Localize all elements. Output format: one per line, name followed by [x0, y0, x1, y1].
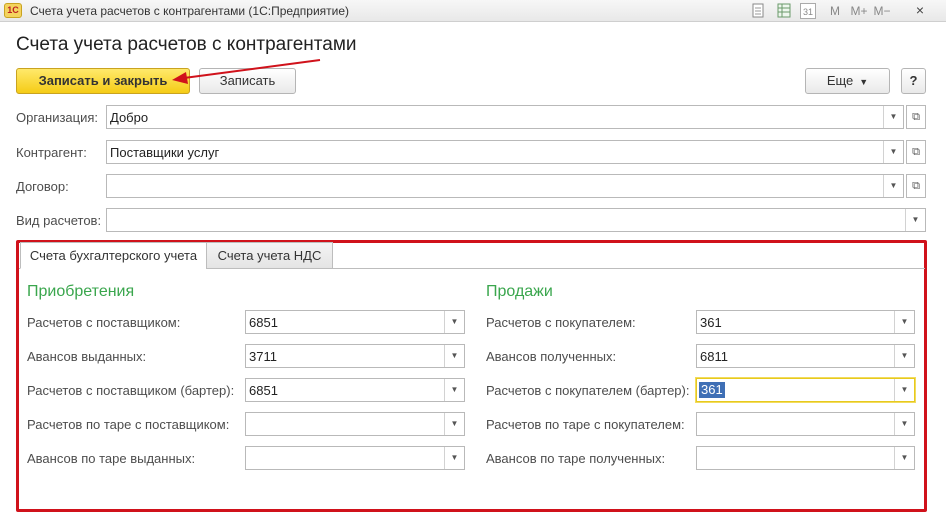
- sales-account-field[interactable]: 361 ▼: [696, 378, 915, 402]
- purchases-account-field[interactable]: ▼: [245, 412, 465, 436]
- sales-account-value: 361: [700, 315, 722, 330]
- dropdown-arrow-icon[interactable]: ▼: [444, 447, 464, 469]
- dropdown-arrow-icon[interactable]: ▼: [444, 311, 464, 333]
- spreadsheet-icon[interactable]: [776, 3, 792, 19]
- dropdown-arrow-icon[interactable]: ▼: [883, 106, 903, 128]
- save-button[interactable]: Записать: [199, 68, 296, 94]
- dropdown-arrow-icon[interactable]: ▼: [883, 175, 903, 197]
- save-and-close-button[interactable]: Записать и закрыть: [16, 68, 190, 94]
- sales-row-label: Расчетов по таре с покупателем:: [486, 417, 685, 432]
- sales-account-field[interactable]: 6811 ▼: [696, 344, 915, 368]
- open-organization-icon[interactable]: ⧉: [906, 105, 926, 129]
- organization-label: Организация:: [16, 110, 99, 125]
- dropdown-arrow-icon[interactable]: ▼: [883, 141, 903, 163]
- purchases-account-value: 6851: [249, 383, 278, 398]
- contract-label: Договор:: [16, 179, 69, 194]
- settlement-type-field[interactable]: ▼: [106, 208, 926, 232]
- dropdown-arrow-icon[interactable]: ▼: [894, 311, 914, 333]
- organization-field[interactable]: Добро ▼: [106, 105, 904, 129]
- sales-account-field[interactable]: ▼: [696, 446, 915, 470]
- sales-account-value: 6811: [700, 349, 728, 364]
- sales-row-label: Расчетов с покупателем:: [486, 315, 636, 330]
- close-icon[interactable]: ×: [902, 1, 938, 20]
- document-icon[interactable]: [750, 3, 766, 19]
- settlement-type-label: Вид расчетов:: [16, 213, 102, 228]
- dropdown-arrow-icon[interactable]: ▼: [894, 447, 914, 469]
- dropdown-arrow-icon[interactable]: ▼: [894, 379, 914, 401]
- more-button[interactable]: Еще ▼: [805, 68, 890, 94]
- purchases-account-field[interactable]: 6851 ▼: [245, 310, 465, 334]
- tab-vat-accounts[interactable]: Счета учета НДС: [206, 242, 333, 269]
- dropdown-arrow-icon[interactable]: ▼: [444, 379, 464, 401]
- open-counterparty-icon[interactable]: ⧉: [906, 140, 926, 164]
- sales-account-field[interactable]: 361 ▼: [696, 310, 915, 334]
- memory-minus-icon[interactable]: M−: [873, 3, 891, 19]
- calendar-icon[interactable]: 31: [800, 3, 816, 19]
- sales-title: Продажи: [486, 283, 553, 300]
- purchases-account-field[interactable]: ▼: [245, 446, 465, 470]
- chevron-down-icon: ▼: [859, 77, 869, 87]
- dropdown-arrow-icon[interactable]: ▼: [894, 413, 914, 435]
- sales-row-label: Расчетов с покупателем (бартер):: [486, 383, 690, 398]
- purchases-row-label: Авансов выданных:: [27, 349, 147, 364]
- counterparty-value: Поставщики услуг: [110, 145, 220, 160]
- sales-row-label: Авансов по таре полученных:: [486, 451, 666, 466]
- accounts-highlight-frame: [16, 240, 927, 512]
- memory-plus-icon[interactable]: M+: [850, 3, 868, 19]
- window-title: Счета учета расчетов с контрагентами (1С…: [30, 4, 350, 18]
- purchases-account-field[interactable]: 6851 ▼: [245, 378, 465, 402]
- sales-account-field[interactable]: ▼: [696, 412, 915, 436]
- counterparty-label: Контрагент:: [16, 145, 87, 160]
- dropdown-arrow-icon[interactable]: ▼: [444, 413, 464, 435]
- purchases-row-label: Авансов по таре выданных:: [27, 451, 196, 466]
- window-titlebar: 1С Счета учета расчетов с контрагентами …: [0, 0, 946, 22]
- sales-row-label: Авансов полученных:: [486, 349, 617, 364]
- more-button-label: Еще: [826, 73, 854, 88]
- open-contract-icon[interactable]: ⧉: [906, 174, 926, 198]
- purchases-account-field[interactable]: 3711 ▼: [245, 344, 465, 368]
- counterparty-field[interactable]: Поставщики услуг ▼: [106, 140, 904, 164]
- page-title: Счета учета расчетов с контрагентами: [16, 34, 357, 55]
- purchases-account-value: 3711: [249, 349, 277, 364]
- purchases-row-label: Расчетов по таре с поставщиком:: [27, 417, 230, 432]
- dropdown-arrow-icon[interactable]: ▼: [905, 209, 925, 231]
- dropdown-arrow-icon[interactable]: ▼: [444, 345, 464, 367]
- purchases-row-label: Расчетов с поставщиком:: [27, 315, 181, 330]
- purchases-account-value: 6851: [249, 315, 278, 330]
- sales-account-value-selected: 361: [699, 382, 725, 398]
- memory-icon[interactable]: M: [828, 3, 842, 19]
- dropdown-arrow-icon[interactable]: ▼: [894, 345, 914, 367]
- purchases-title: Приобретения: [27, 283, 135, 300]
- contract-field[interactable]: ▼: [106, 174, 904, 198]
- purchases-row-label: Расчетов с поставщиком (бартер):: [27, 383, 235, 398]
- help-button[interactable]: ?: [901, 68, 926, 94]
- tab-accounting-accounts[interactable]: Счета бухгалтерского учета: [20, 242, 207, 269]
- organization-value: Добро: [110, 110, 149, 125]
- app-logo: 1С: [4, 3, 22, 18]
